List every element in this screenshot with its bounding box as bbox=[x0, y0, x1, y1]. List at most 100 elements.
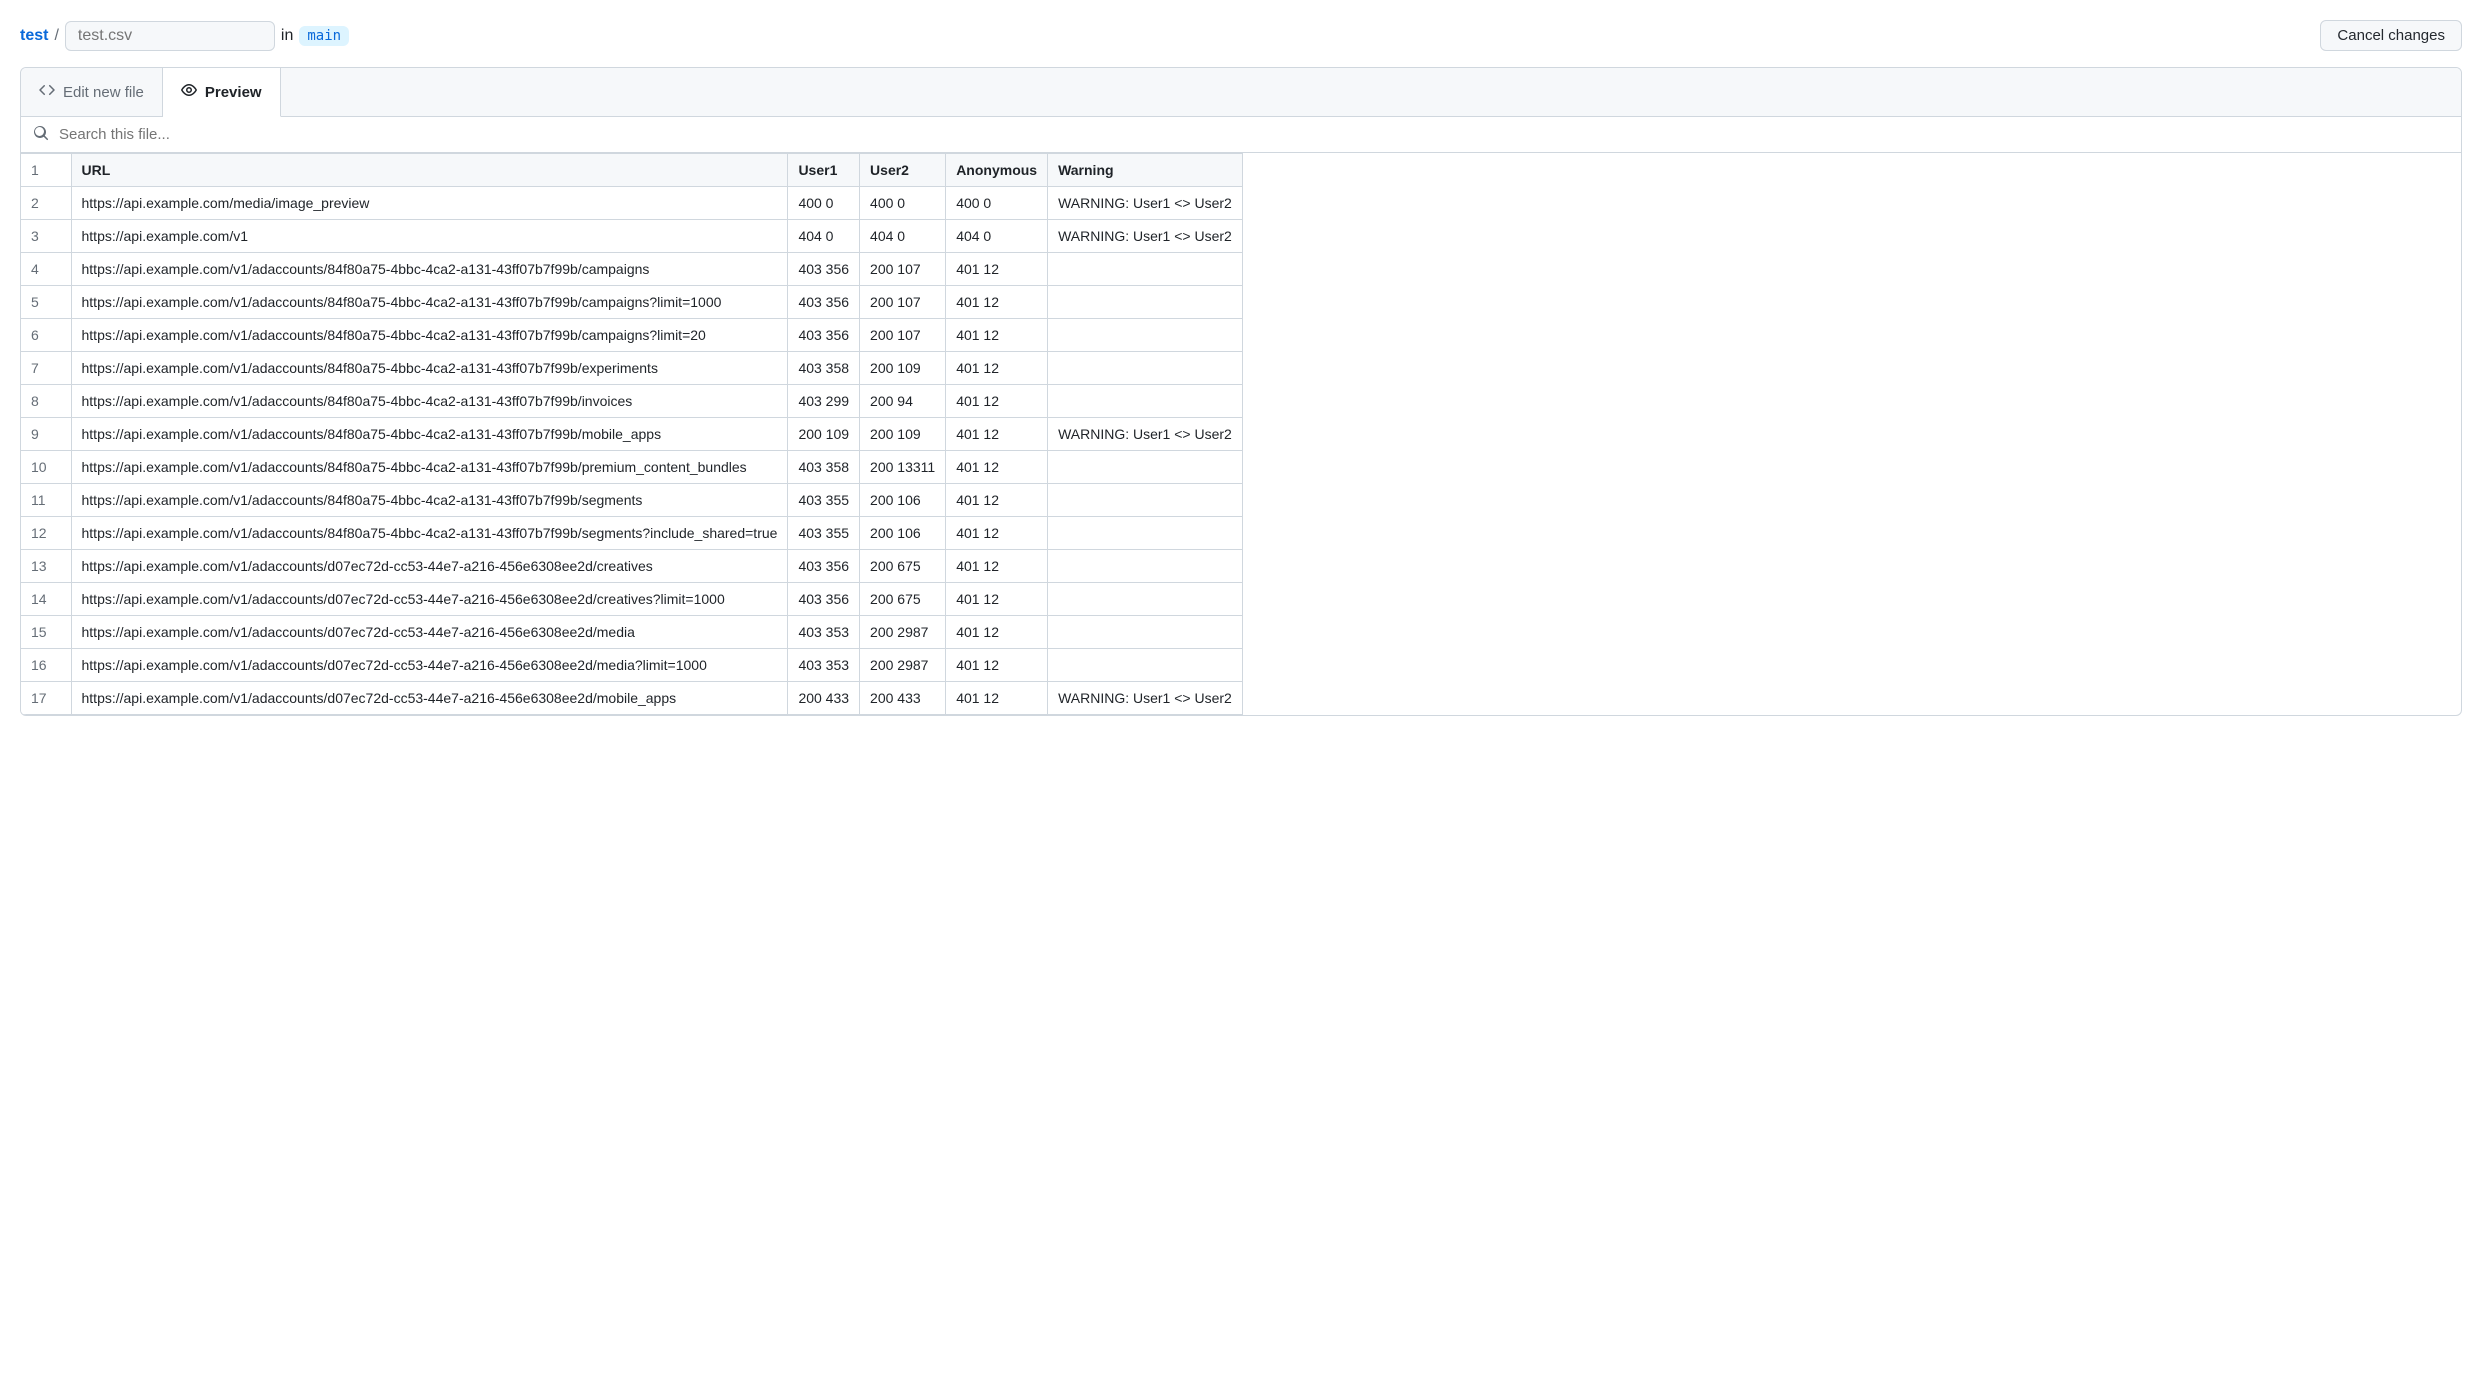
table-row: 16https://api.example.com/v1/adaccounts/… bbox=[21, 649, 1242, 682]
cell-url: https://api.example.com/v1/adaccounts/84… bbox=[71, 385, 788, 418]
line-number: 4 bbox=[21, 253, 71, 286]
cell-user1: 403 356 bbox=[788, 550, 860, 583]
cell-warning bbox=[1048, 484, 1243, 517]
header-row: test / in main Cancel changes bbox=[20, 20, 2462, 51]
table-row: 4https://api.example.com/v1/adaccounts/8… bbox=[21, 253, 1242, 286]
tabs: Edit new file Preview bbox=[21, 68, 2461, 117]
csv-table-wrap: 1URLUser1User2AnonymousWarning2https://a… bbox=[21, 153, 2461, 715]
tab-preview[interactable]: Preview bbox=[163, 68, 281, 117]
cell-user1: 403 355 bbox=[788, 484, 860, 517]
line-number: 16 bbox=[21, 649, 71, 682]
cell-anonymous: 401 12 bbox=[946, 253, 1048, 286]
cell-user2: 200 675 bbox=[860, 583, 946, 616]
cell-warning: WARNING: User1 <> User2 bbox=[1048, 418, 1243, 451]
file-box: Edit new file Preview 1URLUser1User2Anon… bbox=[20, 67, 2462, 716]
cell-warning bbox=[1048, 253, 1243, 286]
cell-anonymous: 401 12 bbox=[946, 451, 1048, 484]
cell-user2: 200 107 bbox=[860, 253, 946, 286]
cell-anonymous: 401 12 bbox=[946, 517, 1048, 550]
cell-user2: 200 94 bbox=[860, 385, 946, 418]
cell-user1: 403 299 bbox=[788, 385, 860, 418]
line-number: 10 bbox=[21, 451, 71, 484]
cell-warning bbox=[1048, 385, 1243, 418]
cell-anonymous: 400 0 bbox=[946, 187, 1048, 220]
cell-user1: 403 353 bbox=[788, 616, 860, 649]
cell-url: https://api.example.com/v1/adaccounts/d0… bbox=[71, 616, 788, 649]
cell-user1: 403 358 bbox=[788, 451, 860, 484]
line-number: 14 bbox=[21, 583, 71, 616]
search-row bbox=[21, 117, 2461, 153]
cell-user2: 200 433 bbox=[860, 682, 946, 715]
table-row: 6https://api.example.com/v1/adaccounts/8… bbox=[21, 319, 1242, 352]
line-number: 1 bbox=[21, 154, 71, 187]
line-number: 11 bbox=[21, 484, 71, 517]
cell-anonymous: 401 12 bbox=[946, 418, 1048, 451]
cell-user2: 200 107 bbox=[860, 286, 946, 319]
cell-url: https://api.example.com/v1/adaccounts/84… bbox=[71, 352, 788, 385]
cell-url: https://api.example.com/v1/adaccounts/d0… bbox=[71, 583, 788, 616]
cell-user2: 200 109 bbox=[860, 418, 946, 451]
cell-anonymous: 401 12 bbox=[946, 550, 1048, 583]
code-icon bbox=[39, 82, 55, 102]
cell-warning bbox=[1048, 451, 1243, 484]
tab-edit[interactable]: Edit new file bbox=[21, 68, 163, 116]
tab-preview-label: Preview bbox=[205, 84, 262, 101]
breadcrumb-separator: / bbox=[54, 27, 58, 45]
column-header: User2 bbox=[860, 154, 946, 187]
cell-anonymous: 401 12 bbox=[946, 649, 1048, 682]
cell-user1: 200 109 bbox=[788, 418, 860, 451]
cell-user1: 403 353 bbox=[788, 649, 860, 682]
branch-label[interactable]: main bbox=[299, 26, 349, 46]
cell-user2: 200 2987 bbox=[860, 616, 946, 649]
line-number: 7 bbox=[21, 352, 71, 385]
line-number: 15 bbox=[21, 616, 71, 649]
cell-warning: WARNING: User1 <> User2 bbox=[1048, 220, 1243, 253]
cell-warning bbox=[1048, 616, 1243, 649]
filename-input[interactable] bbox=[65, 21, 275, 51]
cell-user1: 403 356 bbox=[788, 319, 860, 352]
table-row: 2https://api.example.com/media/image_pre… bbox=[21, 187, 1242, 220]
cell-user1: 403 355 bbox=[788, 517, 860, 550]
cell-url: https://api.example.com/v1/adaccounts/84… bbox=[71, 253, 788, 286]
search-input[interactable] bbox=[57, 125, 2449, 144]
cell-warning bbox=[1048, 550, 1243, 583]
line-number: 8 bbox=[21, 385, 71, 418]
cell-anonymous: 404 0 bbox=[946, 220, 1048, 253]
table-row: 15https://api.example.com/v1/adaccounts/… bbox=[21, 616, 1242, 649]
cell-user2: 404 0 bbox=[860, 220, 946, 253]
column-header: URL bbox=[71, 154, 788, 187]
eye-icon bbox=[181, 82, 197, 102]
cell-url: https://api.example.com/v1/adaccounts/84… bbox=[71, 517, 788, 550]
cell-user1: 400 0 bbox=[788, 187, 860, 220]
cell-url: https://api.example.com/v1/adaccounts/84… bbox=[71, 286, 788, 319]
tab-edit-label: Edit new file bbox=[63, 84, 144, 101]
csv-table: 1URLUser1User2AnonymousWarning2https://a… bbox=[21, 153, 1243, 715]
line-number: 2 bbox=[21, 187, 71, 220]
cancel-changes-button[interactable]: Cancel changes bbox=[2320, 20, 2462, 51]
line-number: 12 bbox=[21, 517, 71, 550]
cell-warning bbox=[1048, 649, 1243, 682]
line-number: 17 bbox=[21, 682, 71, 715]
cell-url: https://api.example.com/media/image_prev… bbox=[71, 187, 788, 220]
line-number: 9 bbox=[21, 418, 71, 451]
cell-user1: 403 358 bbox=[788, 352, 860, 385]
table-row: 10https://api.example.com/v1/adaccounts/… bbox=[21, 451, 1242, 484]
cell-warning bbox=[1048, 319, 1243, 352]
cell-warning bbox=[1048, 352, 1243, 385]
table-row: 8https://api.example.com/v1/adaccounts/8… bbox=[21, 385, 1242, 418]
cell-url: https://api.example.com/v1/adaccounts/84… bbox=[71, 319, 788, 352]
column-header: Anonymous bbox=[946, 154, 1048, 187]
breadcrumb-root-link[interactable]: test bbox=[20, 27, 48, 45]
in-label: in bbox=[281, 27, 293, 45]
cell-anonymous: 401 12 bbox=[946, 484, 1048, 517]
table-row: 14https://api.example.com/v1/adaccounts/… bbox=[21, 583, 1242, 616]
cell-user2: 200 2987 bbox=[860, 649, 946, 682]
search-icon bbox=[33, 125, 49, 144]
cell-user2: 200 106 bbox=[860, 517, 946, 550]
line-number: 3 bbox=[21, 220, 71, 253]
cell-user2: 400 0 bbox=[860, 187, 946, 220]
line-number: 6 bbox=[21, 319, 71, 352]
cell-user1: 403 356 bbox=[788, 253, 860, 286]
cell-user2: 200 675 bbox=[860, 550, 946, 583]
cell-user2: 200 107 bbox=[860, 319, 946, 352]
